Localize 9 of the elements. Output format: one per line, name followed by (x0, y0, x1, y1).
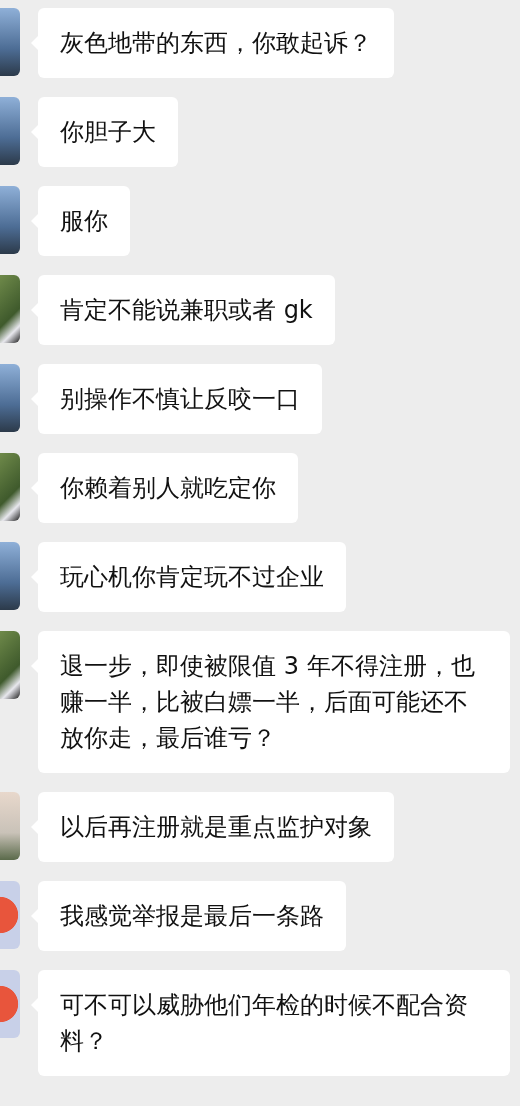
avatar-photo[interactable] (0, 542, 20, 610)
avatar-photo[interactable] (0, 275, 20, 343)
avatar-photo[interactable] (0, 364, 20, 432)
avatar-photo[interactable] (0, 186, 20, 254)
avatar-photo[interactable] (0, 97, 20, 165)
avatar-photo[interactable] (0, 631, 20, 699)
avatar-photo[interactable] (0, 792, 20, 860)
avatar-photo[interactable] (0, 8, 20, 76)
avatar-photo[interactable] (0, 453, 20, 521)
